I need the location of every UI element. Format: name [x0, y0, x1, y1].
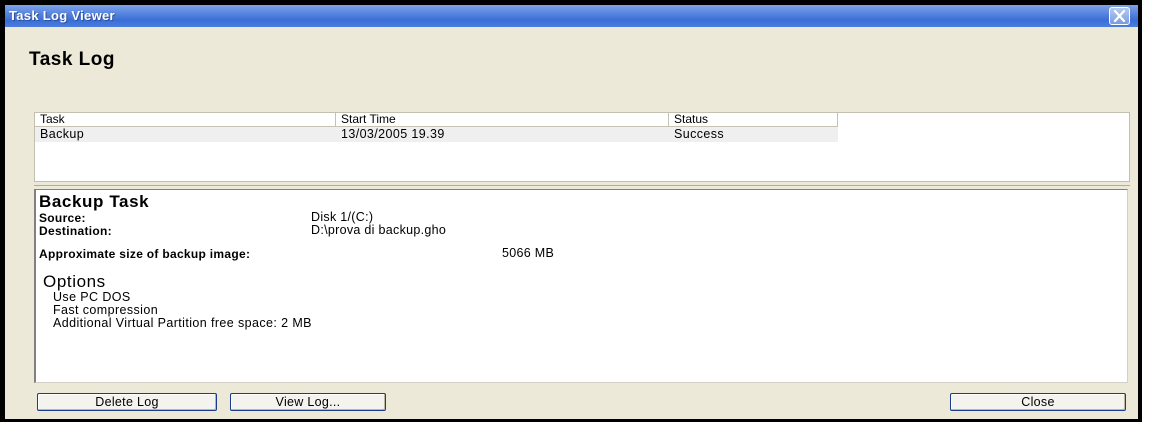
cell-task: Backup: [40, 127, 85, 141]
window-close-button[interactable]: [1109, 7, 1130, 25]
option-item: Additional Virtual Partition free space:…: [53, 316, 312, 330]
page-title: Task Log: [29, 49, 115, 70]
column-header-task[interactable]: Task: [35, 113, 336, 126]
size-value: 5066 MB: [502, 246, 555, 260]
column-header-status[interactable]: Status: [669, 113, 838, 126]
task-log-viewer-window: Task Log Viewer Task Log Task Start Time…: [5, 5, 1138, 419]
option-item: Use PC DOS: [53, 290, 131, 304]
details-title: Backup Task: [39, 192, 150, 211]
cell-status: Success: [674, 127, 725, 141]
title-bar[interactable]: Task Log Viewer: [5, 5, 1138, 27]
delete-log-button[interactable]: Delete Log: [37, 393, 217, 411]
close-button[interactable]: Close: [950, 393, 1126, 411]
destination-value: D:\prova di backup.gho: [311, 223, 447, 237]
window-title: Task Log Viewer: [9, 8, 115, 23]
column-header-start-time[interactable]: Start Time: [336, 113, 669, 126]
panel-divider: [34, 185, 1130, 186]
task-details-panel[interactable]: Backup Task Source: Disk 1/(C:) Destinat…: [34, 189, 1128, 383]
source-value: Disk 1/(C:): [311, 210, 374, 224]
task-log-list[interactable]: Task Start Time Status Backup 13/03/2005…: [34, 112, 1130, 182]
destination-label: Destination:: [39, 224, 112, 238]
screenshot-frame: Task Log Viewer Task Log Task Start Time…: [0, 0, 1142, 422]
source-label: Source:: [39, 211, 86, 225]
list-header: Task Start Time Status: [35, 113, 838, 127]
options-title: Options: [43, 272, 106, 291]
size-label: Approximate size of backup image:: [39, 247, 251, 261]
table-row[interactable]: Backup 13/03/2005 19.39 Success: [35, 127, 838, 142]
cell-start-time: 13/03/2005 19.39: [341, 127, 445, 141]
option-item: Fast compression: [53, 303, 159, 317]
view-log-button[interactable]: View Log...: [230, 393, 386, 411]
close-icon: [1113, 10, 1126, 22]
